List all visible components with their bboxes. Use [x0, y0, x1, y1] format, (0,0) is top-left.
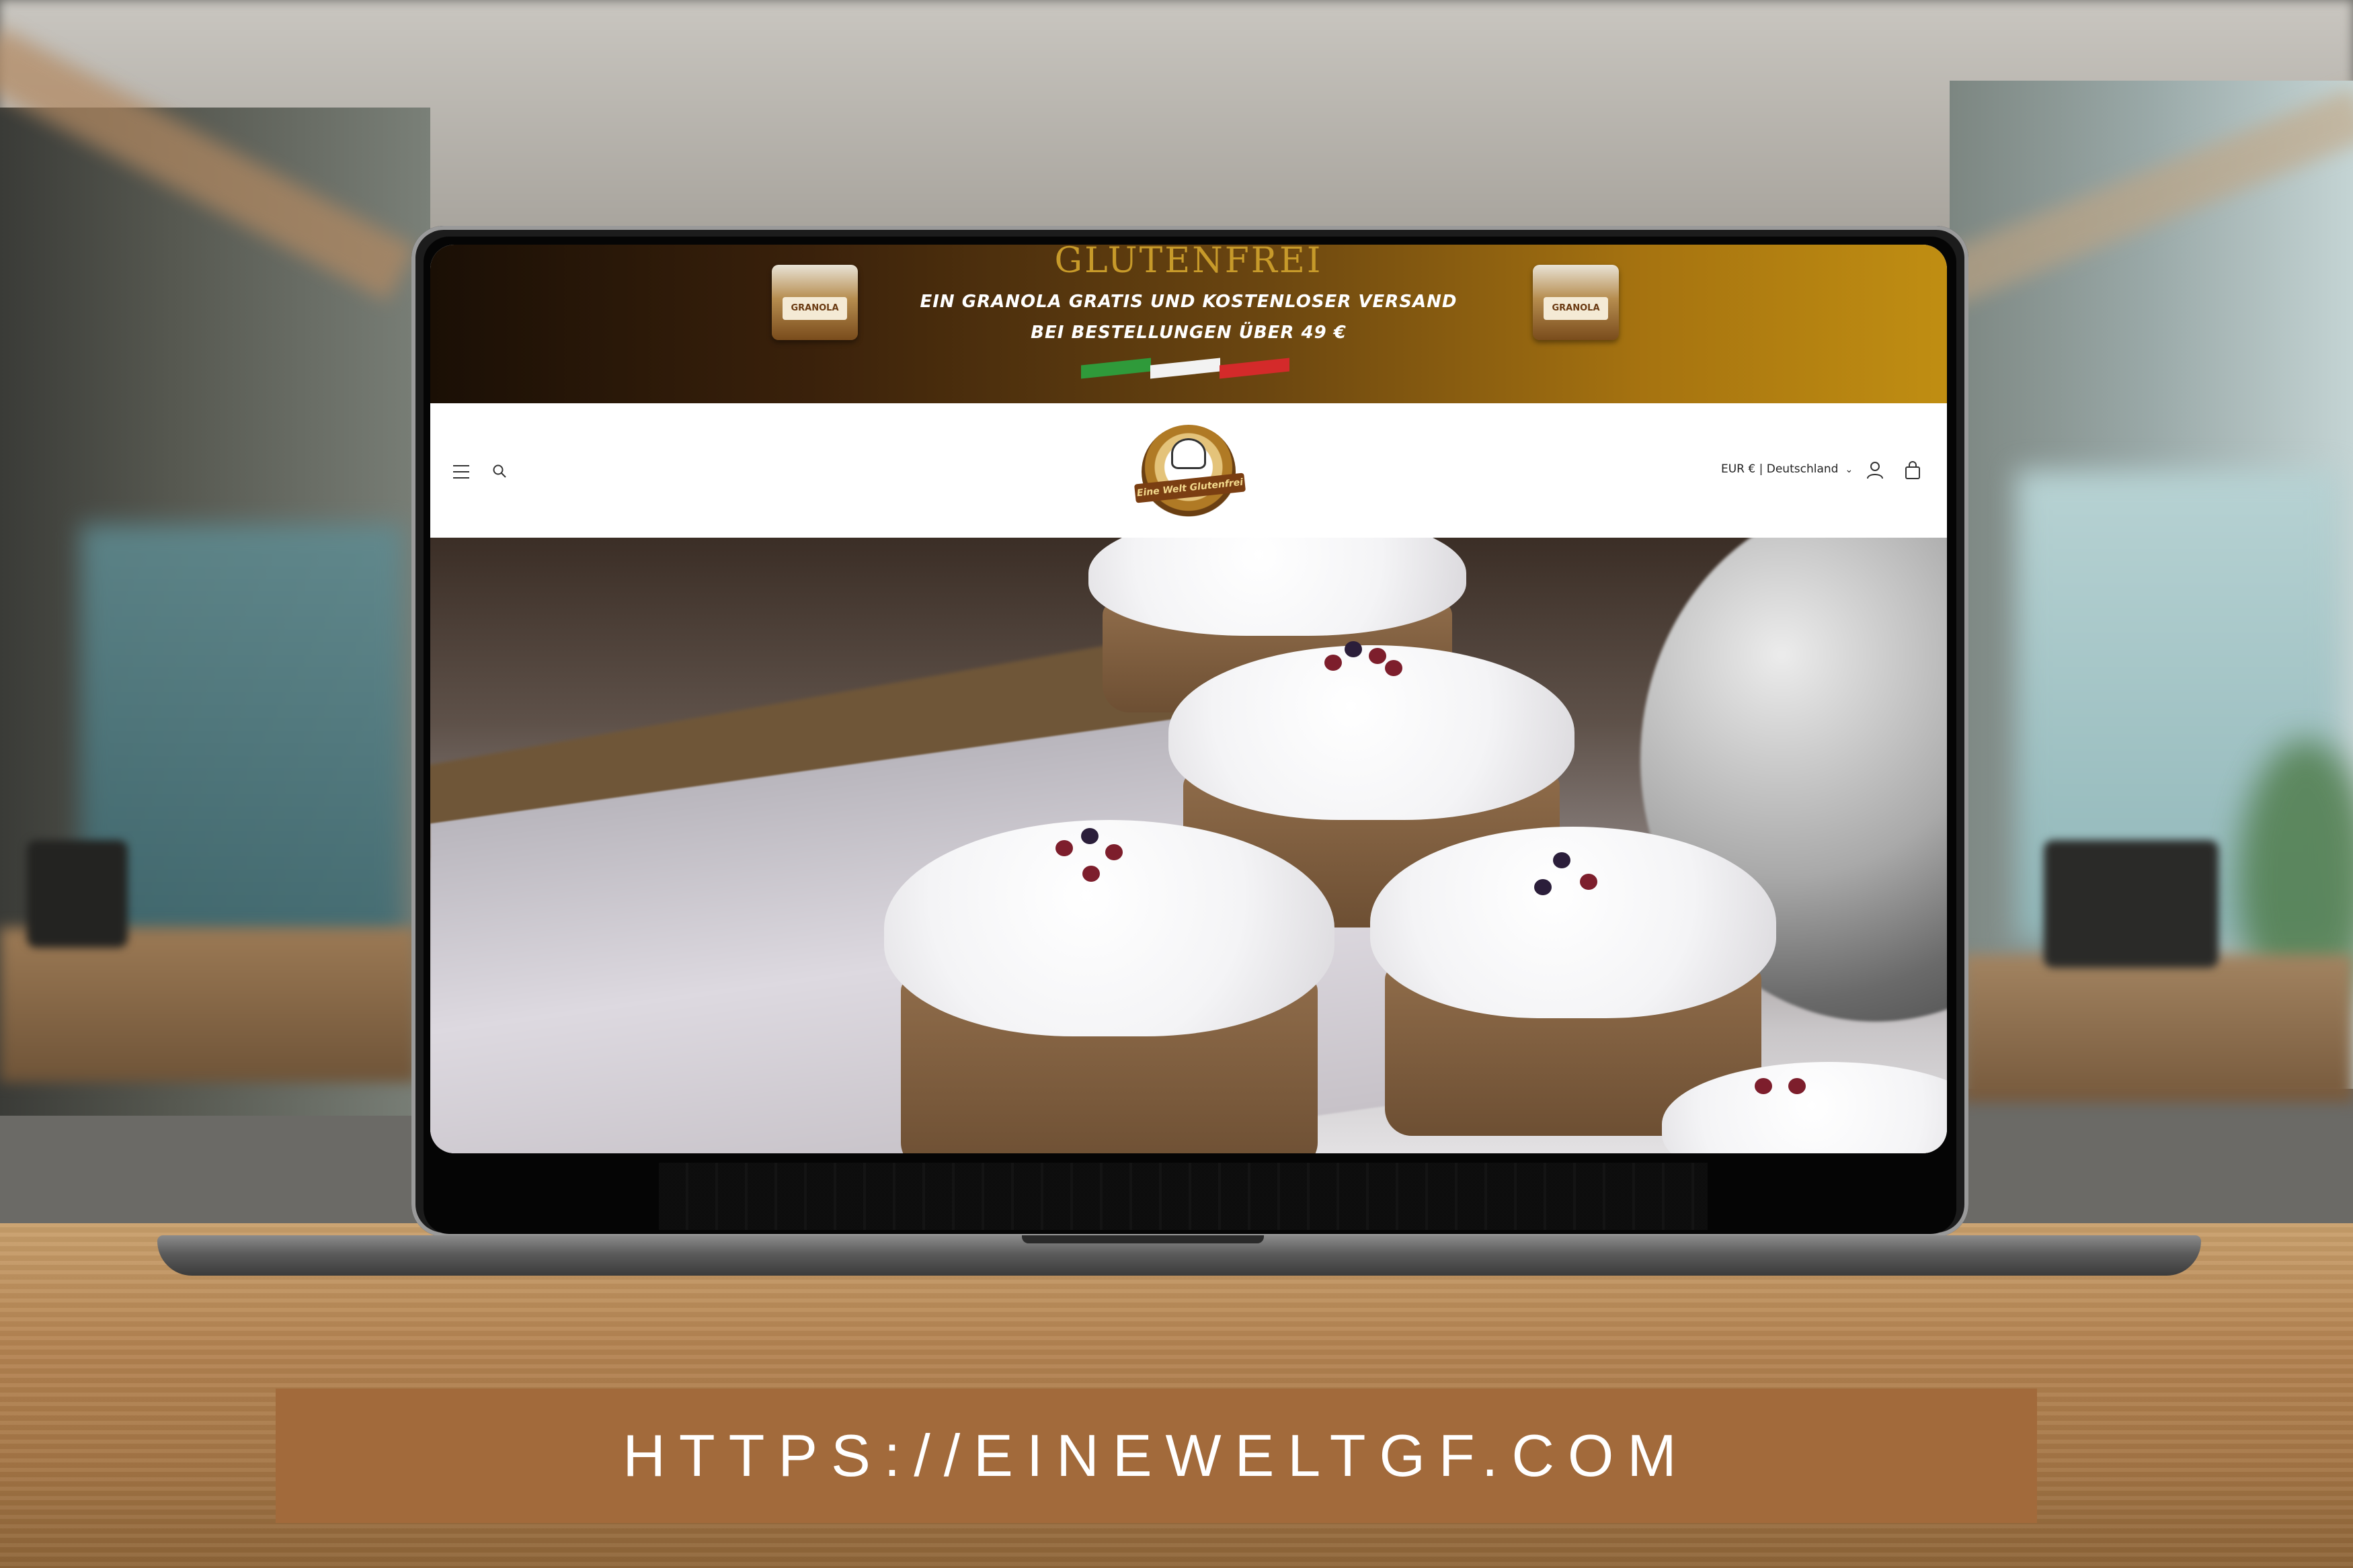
chair-left	[27, 840, 128, 948]
cart-icon[interactable]	[1904, 461, 1921, 480]
account-icon[interactable]	[1866, 461, 1884, 480]
promo-banner[interactable]: GLUTENFREI GRANOLA EIN GRANOLA GRATIS UN…	[430, 245, 1947, 403]
jar-label: GRANOLA	[1544, 297, 1608, 320]
chair-right	[2044, 840, 2219, 968]
laptop-keyboard-reflection	[659, 1163, 1708, 1230]
desk-left	[0, 927, 417, 1082]
promo-offer-line-1: EIN GRANOLA GRATIS UND KOSTENLOSER VERSA…	[920, 292, 1458, 312]
granola-jar-image-right: GRANOLA	[1533, 265, 1619, 340]
desk-right	[1963, 954, 2353, 1102]
chef-hat-icon	[1171, 438, 1206, 469]
laptop-notch	[1022, 1235, 1264, 1243]
site-logo[interactable]: Eine Welt Glutenfrei	[1133, 421, 1246, 524]
hero-video[interactable]	[430, 538, 1947, 1153]
cupcake	[1661, 1062, 1947, 1153]
currency-label: EUR € | Deutschland	[1721, 462, 1839, 476]
italian-flag-ribbon	[1081, 356, 1289, 383]
left-window	[81, 524, 403, 941]
chevron-down-icon: ⌄	[1845, 464, 1853, 475]
search-icon[interactable]	[492, 464, 507, 479]
promo-offer-line-2: BEI BESTELLUNGEN ÜBER 49 €	[1031, 323, 1347, 343]
website-url[interactable]: HTTPS://EINEWELTGF.COM	[276, 1389, 2037, 1523]
url-banner: HTTPS://EINEWELTGF.COM	[276, 1389, 2037, 1523]
menu-icon[interactable]	[453, 465, 469, 479]
site-header: Eine Welt Glutenfrei EUR € | Deutschland…	[430, 403, 1947, 538]
cupcake	[884, 820, 1334, 1153]
promo-title: GLUTENFREI	[1054, 245, 1323, 281]
currency-country-selector[interactable]: EUR € | Deutschland ⌄	[1721, 462, 1853, 476]
laptop-screen: GLUTENFREI GRANOLA EIN GRANOLA GRATIS UN…	[430, 245, 1947, 1153]
